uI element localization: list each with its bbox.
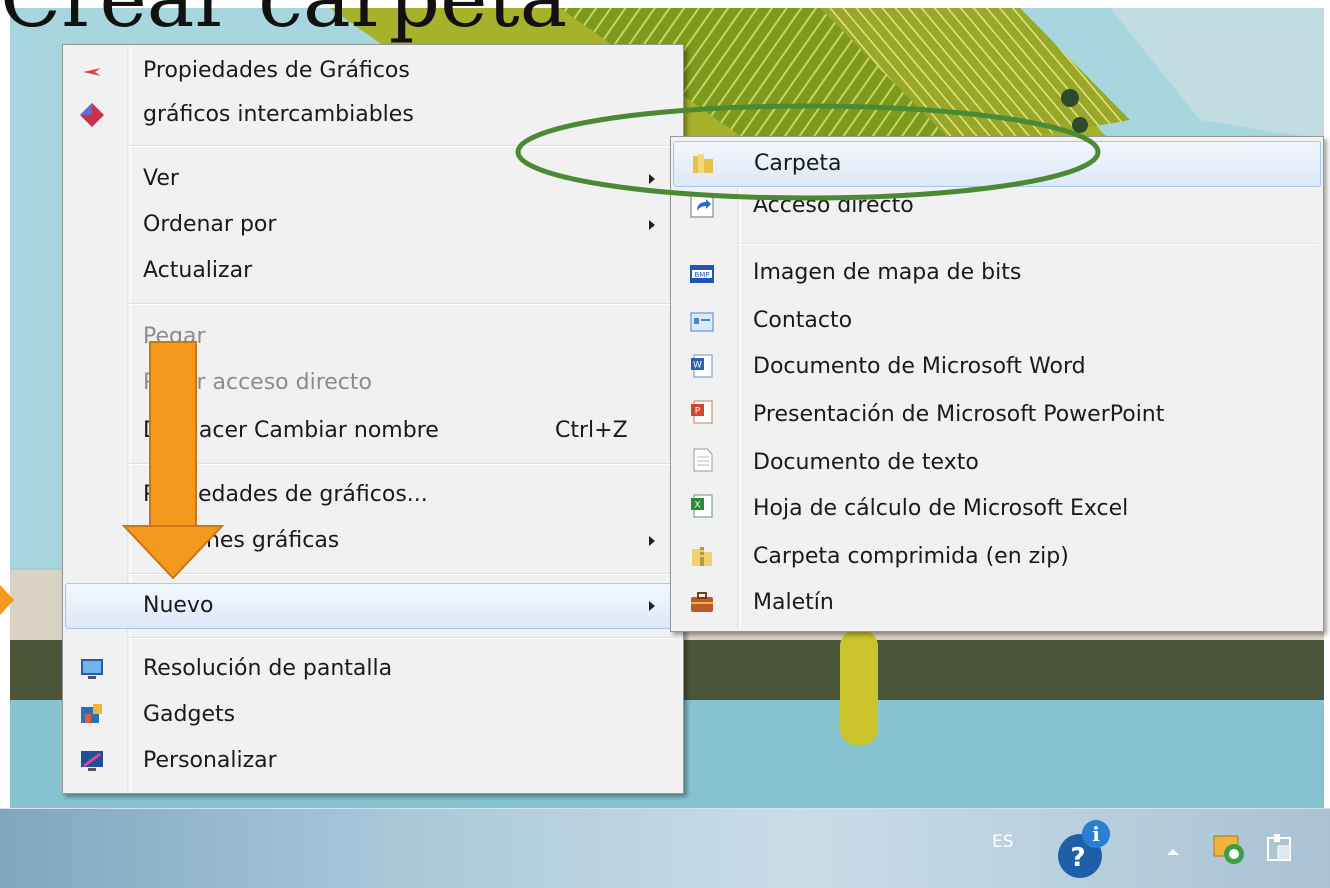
network-icon[interactable] [1212, 832, 1246, 866]
highlight-ellipse [515, 103, 1101, 201]
language-indicator[interactable]: ES [992, 832, 1014, 852]
taskbar [0, 808, 1330, 888]
show-hidden-icons-arrow[interactable] [1163, 842, 1183, 862]
annotation-overlay [121, 103, 1101, 580]
svg-text:i: i [1092, 822, 1100, 846]
svg-text:?: ? [1070, 843, 1085, 873]
action-center-icon[interactable] [1264, 832, 1298, 866]
help-icon[interactable]: i ? [1056, 818, 1110, 884]
orange-down-arrow [121, 341, 225, 580]
